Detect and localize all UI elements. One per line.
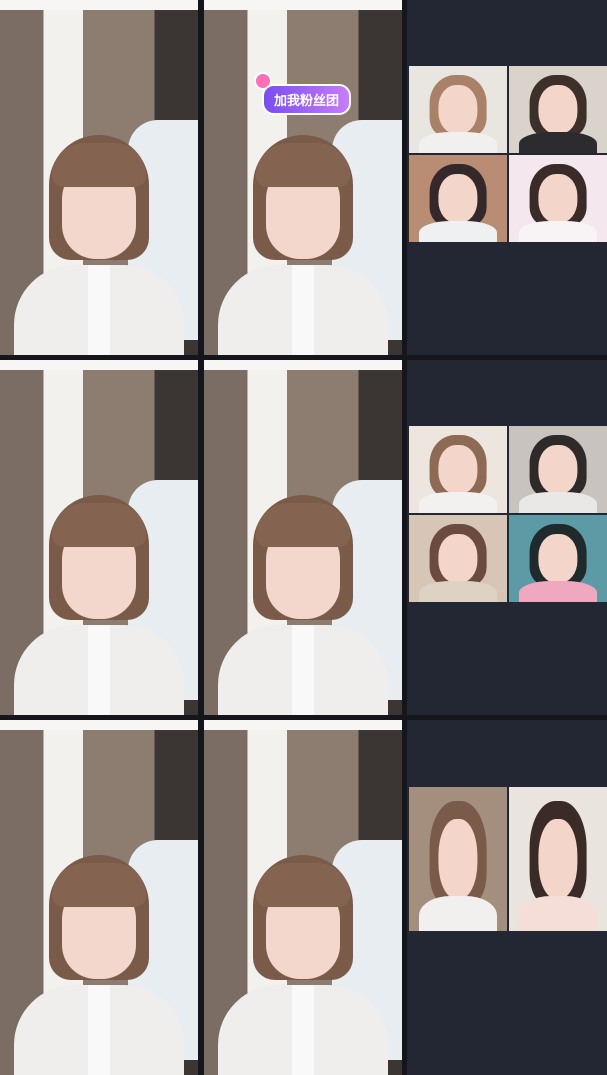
guest-video[interactable] <box>509 66 607 153</box>
guest-video[interactable] <box>409 426 507 513</box>
guest-panel-2 <box>407 360 607 715</box>
streamer-video-2[interactable]: 加我粉丝团 <box>204 0 402 355</box>
guest-grid <box>409 787 607 931</box>
guest-video[interactable] <box>409 66 507 153</box>
guest-video[interactable] <box>409 787 507 931</box>
streamer <box>218 135 388 355</box>
guest-video[interactable] <box>409 515 507 602</box>
stream-row-1: 加我粉丝团 <box>0 0 607 355</box>
stream-row-2 <box>0 360 607 715</box>
guest-video[interactable] <box>509 155 607 242</box>
guest-panel-3 <box>407 720 607 1075</box>
guest-panel-1 <box>407 0 607 355</box>
streamer-video-4[interactable] <box>204 360 402 715</box>
stream-row-3 <box>0 720 607 1075</box>
guest-grid <box>409 426 607 602</box>
streamer-video-1[interactable] <box>0 0 198 355</box>
multi-stream-collage: 加我粉丝团 <box>0 0 607 1075</box>
streamer-video-6[interactable] <box>204 720 402 1075</box>
streamer <box>14 855 184 1075</box>
streamer <box>14 495 184 715</box>
streamer <box>14 135 184 355</box>
guest-video[interactable] <box>509 787 607 931</box>
streamer <box>218 495 388 715</box>
guest-video[interactable] <box>409 155 507 242</box>
guest-grid <box>409 66 607 242</box>
guest-video[interactable] <box>509 515 607 602</box>
streamer-video-5[interactable] <box>0 720 198 1075</box>
streamer <box>218 855 388 1075</box>
guest-video[interactable] <box>509 426 607 513</box>
join-fan-club-badge[interactable]: 加我粉丝团 <box>262 84 352 115</box>
streamer-video-3[interactable] <box>0 360 198 715</box>
